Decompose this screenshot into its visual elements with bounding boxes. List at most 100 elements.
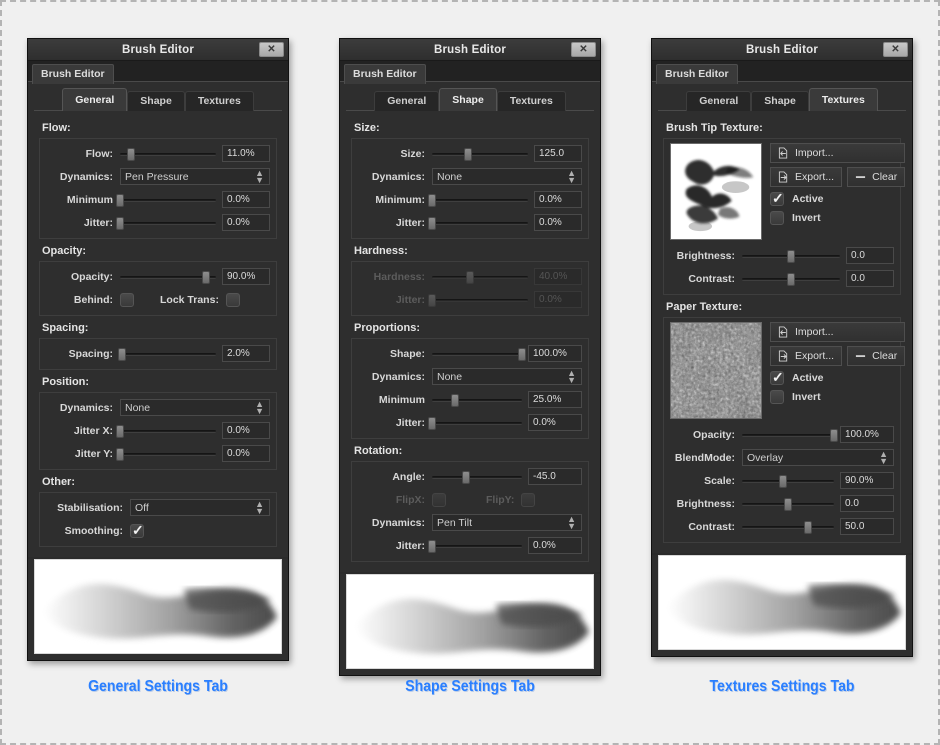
checkbox-smoothing[interactable] (130, 522, 144, 539)
combo-rotation-dynamics[interactable]: Pen Tilt ▲ ▼ (432, 514, 582, 531)
slider-knob[interactable] (787, 272, 795, 286)
value-paper-opacity[interactable]: 100.0% (840, 426, 894, 443)
slider-knob[interactable] (116, 424, 124, 438)
slider-knob[interactable] (428, 539, 436, 553)
slider-paper-opacity[interactable] (742, 427, 838, 443)
titlebar[interactable]: Brush Editor ✕ (652, 39, 912, 61)
slider-knob[interactable] (787, 249, 795, 263)
slider-flow-jitter[interactable] (116, 215, 216, 231)
close-icon[interactable]: ✕ (571, 42, 596, 57)
slider-jitter-y[interactable] (116, 446, 216, 462)
value-brushtip-contrast[interactable]: 0.0 (846, 270, 894, 287)
slider-brushtip-brightness[interactable] (742, 248, 840, 264)
close-icon[interactable]: ✕ (259, 42, 284, 57)
slider-angle[interactable] (432, 469, 522, 485)
value-paper-scale[interactable]: 90.0% (840, 472, 894, 489)
document-tab-brush-editor[interactable]: Brush Editor (656, 64, 738, 84)
slider-size[interactable] (432, 146, 528, 162)
combo-paper-blendmode[interactable]: Overlay ▲ ▼ (742, 449, 894, 466)
close-icon[interactable]: ✕ (883, 42, 908, 57)
tab-shape[interactable]: Shape (751, 91, 809, 111)
tab-general[interactable]: General (374, 91, 440, 111)
slider-knob[interactable] (117, 347, 126, 361)
slider-knob[interactable] (464, 147, 473, 161)
tab-textures[interactable]: Textures (496, 91, 566, 111)
slider-proportions-minimum[interactable] (432, 392, 522, 408)
slider-spacing[interactable] (117, 346, 216, 362)
value-jitter-y[interactable]: 0.0% (222, 445, 270, 462)
slider-size-jitter[interactable] (428, 215, 528, 231)
brush-tip-texture-thumbnail[interactable] (670, 143, 762, 240)
value-brushtip-brightness[interactable]: 0.0 (846, 247, 894, 264)
combo-position-dynamics[interactable]: None ▲ ▼ (120, 399, 270, 416)
slider-knob[interactable] (462, 470, 471, 484)
slider-size-minimum[interactable] (428, 192, 528, 208)
slider-knob[interactable] (784, 497, 792, 511)
slider-knob[interactable] (450, 393, 459, 407)
slider-flow-minimum[interactable] (116, 192, 216, 208)
value-flow[interactable]: 11.0% (222, 145, 270, 162)
value-spacing[interactable]: 2.0% (222, 345, 270, 362)
value-opacity[interactable]: 90.0% (222, 268, 270, 285)
value-size[interactable]: 125.0 (534, 145, 582, 162)
combo-size-dynamics[interactable]: None ▲ ▼ (432, 168, 582, 185)
combo-stabilisation[interactable]: Off ▲ ▼ (130, 499, 270, 516)
tab-shape[interactable]: Shape (127, 91, 185, 111)
slider-knob[interactable] (126, 147, 135, 161)
value-angle[interactable]: -45.0 (528, 468, 582, 485)
slider-knob[interactable] (428, 416, 436, 430)
value-proportions-minimum[interactable]: 25.0% (528, 391, 582, 408)
titlebar[interactable]: Brush Editor ✕ (340, 39, 600, 61)
tab-textures[interactable]: Textures (808, 88, 878, 111)
checkbox-brushtip-invert[interactable] (770, 211, 784, 225)
value-flow-jitter[interactable]: 0.0% (222, 214, 270, 231)
slider-proportions-shape[interactable] (432, 346, 526, 362)
slider-knob[interactable] (804, 520, 813, 534)
value-proportions-shape[interactable]: 100.0% (528, 345, 582, 362)
tab-general[interactable]: General (686, 91, 752, 111)
slider-jitter-x[interactable] (116, 423, 216, 439)
slider-knob[interactable] (518, 347, 526, 361)
combo-flow-dynamics[interactable]: Pen Pressure ▲ ▼ (120, 168, 270, 185)
checkbox-paper-invert[interactable] (770, 390, 784, 404)
import-button[interactable]: Import... (770, 143, 906, 163)
tab-general[interactable]: General (62, 88, 128, 111)
clear-button[interactable]: Clear (847, 167, 906, 187)
slider-knob[interactable] (202, 270, 211, 284)
slider-proportions-jitter[interactable] (428, 415, 522, 431)
titlebar[interactable]: Brush Editor ✕ (28, 39, 288, 61)
checkbox-behind[interactable] (120, 292, 134, 307)
slider-brushtip-contrast[interactable] (742, 271, 840, 287)
export-button[interactable]: Export... (770, 167, 843, 187)
slider-flow[interactable] (120, 146, 216, 162)
value-rotation-jitter[interactable]: 0.0% (528, 537, 582, 554)
tab-shape[interactable]: Shape (439, 88, 497, 111)
tab-textures[interactable]: Textures (184, 91, 254, 111)
checkbox-paper-active[interactable] (770, 369, 784, 386)
value-jitter-x[interactable]: 0.0% (222, 422, 270, 439)
value-size-jitter[interactable]: 0.0% (534, 214, 582, 231)
value-paper-brightness[interactable]: 0.0 (840, 495, 894, 512)
slider-knob[interactable] (428, 216, 436, 230)
slider-paper-contrast[interactable] (742, 519, 834, 535)
paper-texture-thumbnail[interactable] (670, 322, 762, 419)
document-tab-brush-editor[interactable]: Brush Editor (32, 64, 114, 84)
slider-knob[interactable] (830, 428, 838, 442)
document-tab-brush-editor[interactable]: Brush Editor (344, 64, 426, 84)
import-button[interactable]: Import... (770, 322, 906, 342)
slider-opacity[interactable] (120, 269, 216, 285)
slider-knob[interactable] (116, 193, 124, 207)
slider-rotation-jitter[interactable] (428, 538, 522, 554)
slider-knob[interactable] (779, 474, 788, 488)
slider-knob[interactable] (116, 447, 124, 461)
checkbox-brushtip-active[interactable] (770, 190, 784, 207)
value-paper-contrast[interactable]: 50.0 (840, 518, 894, 535)
export-button[interactable]: Export... (770, 346, 843, 366)
slider-knob[interactable] (116, 216, 124, 230)
checkbox-lock-trans[interactable] (225, 292, 240, 307)
value-size-minimum[interactable]: 0.0% (534, 191, 582, 208)
slider-knob[interactable] (428, 193, 436, 207)
clear-button[interactable]: Clear (847, 346, 906, 366)
slider-paper-brightness[interactable] (742, 496, 834, 512)
combo-proportions-dynamics[interactable]: None ▲ ▼ (432, 368, 582, 385)
